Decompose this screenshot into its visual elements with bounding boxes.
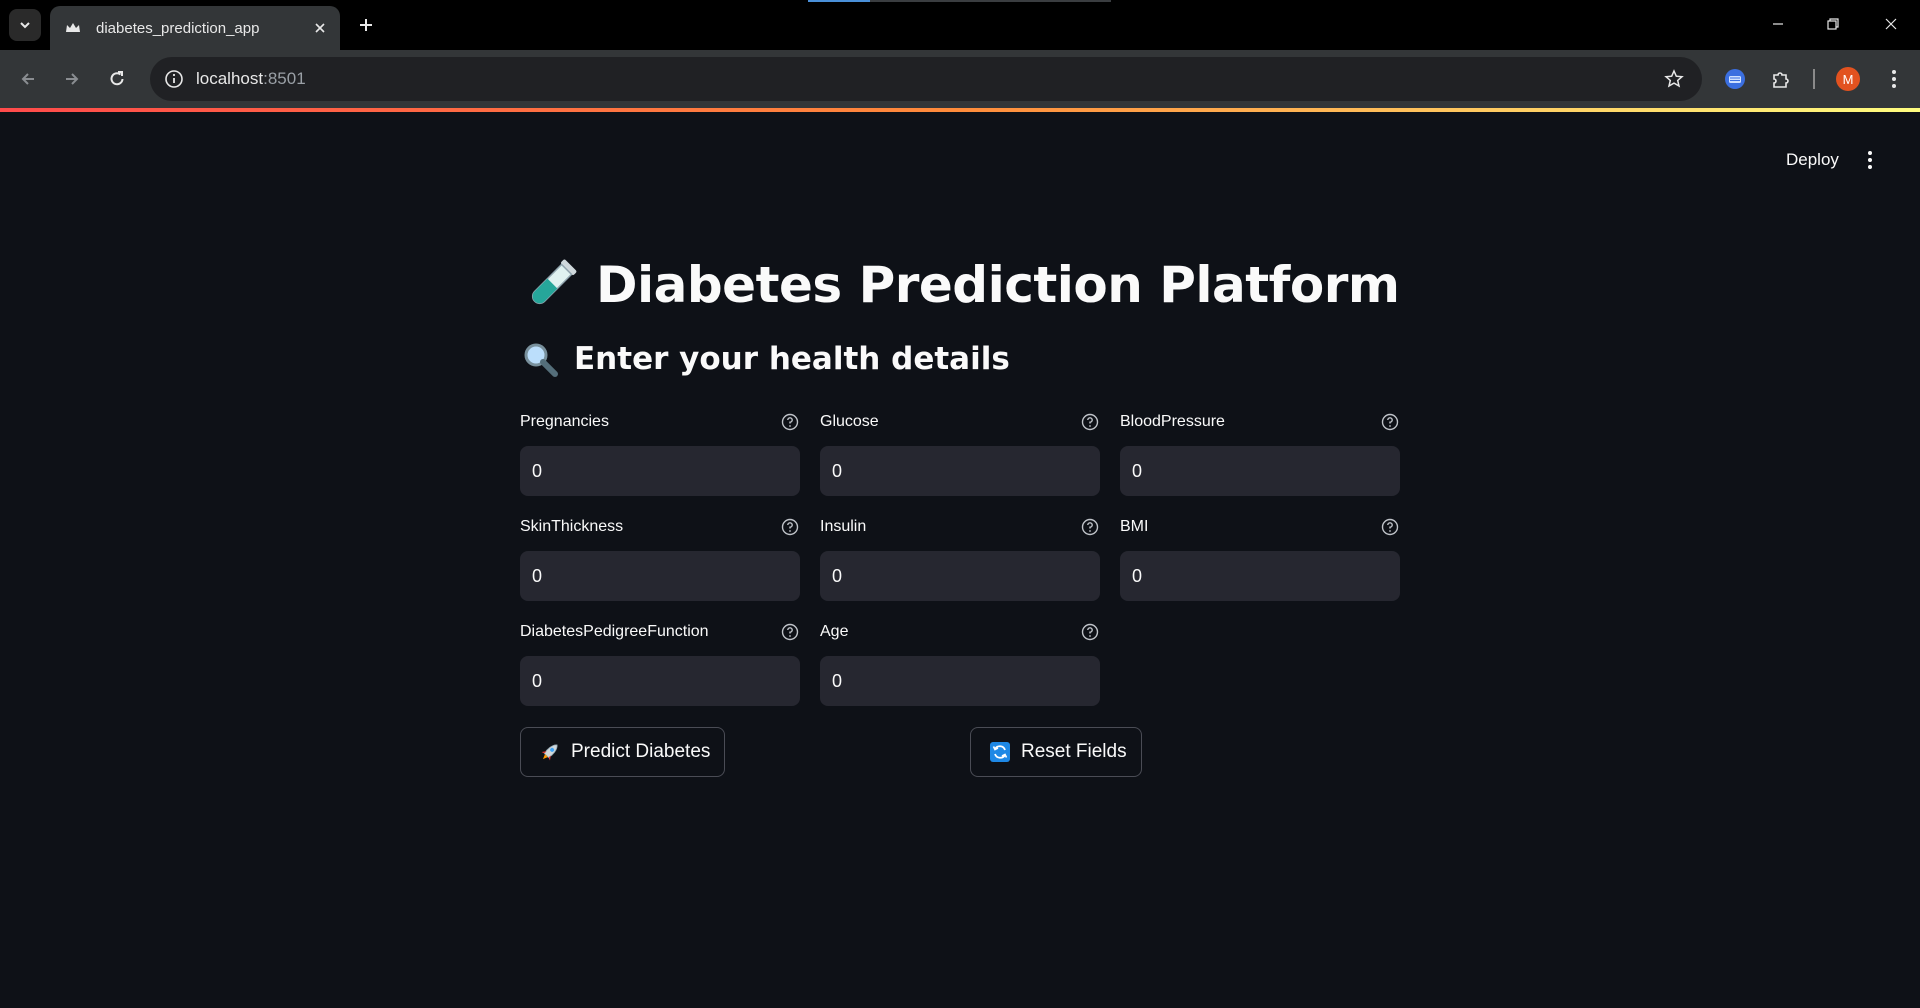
url-text: localhost:8501	[196, 69, 306, 88]
field-label: BloodPressure	[1120, 413, 1225, 430]
browser-menu-button[interactable]	[1878, 63, 1910, 95]
field-label: Age	[820, 623, 849, 640]
profile-avatar[interactable]: M	[1836, 67, 1860, 91]
chevron-down-icon	[20, 22, 30, 29]
bmi-input[interactable]: 0	[1120, 551, 1400, 601]
bookmark-star-icon[interactable]	[1662, 67, 1686, 91]
reset-button-label: Reset Fields	[1021, 741, 1127, 762]
deploy-button[interactable]: Deploy	[1772, 144, 1853, 176]
main-content: Diabetes Prediction Platform Enter your …	[520, 240, 1400, 777]
page-title: Diabetes Prediction Platform	[520, 240, 1400, 330]
field-label: DiabetesPedigreeFunction	[520, 623, 709, 640]
help-icon[interactable]	[780, 622, 800, 642]
plus-icon	[360, 19, 372, 31]
address-bar[interactable]: localhost:8501	[150, 57, 1702, 101]
glucose-input[interactable]: 0	[820, 446, 1100, 496]
extension-app-icon	[1725, 69, 1745, 89]
kebab-menu-icon	[1868, 151, 1872, 169]
section-subtitle-text: Enter your health details	[574, 341, 1010, 377]
field-label: SkinThickness	[520, 518, 624, 535]
help-icon[interactable]	[1380, 412, 1400, 432]
restore-icon	[1827, 18, 1839, 30]
browser-tabstrip: diabetes_prediction_app	[0, 0, 1920, 50]
minimize-button[interactable]	[1758, 8, 1798, 40]
field-label: Glucose	[820, 413, 879, 430]
field-skinthickness: SkinThickness 0	[520, 515, 800, 601]
field-insulin: Insulin 0	[820, 515, 1100, 601]
new-tab-button[interactable]	[352, 11, 380, 39]
predict-button[interactable]: Predict Diabetes	[520, 727, 726, 777]
reload-button[interactable]	[101, 63, 133, 95]
arrow-right-icon	[66, 73, 79, 85]
help-icon[interactable]	[1380, 517, 1400, 537]
extension-button[interactable]	[1719, 63, 1751, 95]
site-info-icon[interactable]	[162, 67, 186, 91]
section-subtitle: Enter your health details	[520, 334, 1400, 384]
arrow-left-icon	[21, 73, 34, 85]
diabetespedigreefunction-input[interactable]: 0	[520, 656, 800, 706]
field-label: Pregnancies	[520, 413, 609, 430]
magnifier-icon	[520, 339, 560, 379]
skinthickness-input[interactable]: 0	[520, 551, 800, 601]
puzzle-icon	[1773, 72, 1789, 88]
tab-title: diabetes_prediction_app	[96, 19, 260, 37]
insulin-input[interactable]: 0	[820, 551, 1100, 601]
close-icon[interactable]	[310, 18, 330, 38]
toolbar-divider	[1813, 69, 1815, 89]
help-icon[interactable]	[780, 412, 800, 432]
test-tube-icon	[520, 254, 582, 316]
minimize-icon	[1773, 23, 1783, 25]
pregnancies-input[interactable]: 0	[520, 446, 800, 496]
rocket-icon	[539, 741, 561, 763]
close-icon	[1885, 18, 1897, 30]
app-header: Deploy	[0, 112, 1920, 202]
help-icon[interactable]	[1080, 517, 1100, 537]
field-age: Age 0	[820, 620, 1100, 706]
predict-button-label: Predict Diabetes	[571, 741, 711, 762]
field-bloodpressure: BloodPressure 0	[1120, 410, 1400, 496]
bloodpressure-input[interactable]: 0	[1120, 446, 1400, 496]
reload-icon	[110, 71, 124, 86]
browser-toolbar: localhost:8501 M	[0, 50, 1920, 108]
age-input[interactable]: 0	[820, 656, 1100, 706]
field-pregnancies: Pregnancies 0	[520, 410, 800, 496]
help-icon[interactable]	[1080, 622, 1100, 642]
back-button[interactable]	[12, 63, 44, 95]
help-icon[interactable]	[1080, 412, 1100, 432]
extensions-menu-button[interactable]	[1765, 63, 1797, 95]
field-label: BMI	[1120, 518, 1149, 535]
tabstrip-indicator	[808, 0, 1111, 2]
app-menu-button[interactable]	[1858, 146, 1882, 174]
help-icon[interactable]	[780, 517, 800, 537]
streamlit-crown-icon	[64, 19, 82, 37]
field-glucose: Glucose 0	[820, 410, 1100, 496]
window-close-button[interactable]	[1871, 8, 1911, 40]
kebab-menu-icon	[1892, 70, 1896, 88]
browser-tab[interactable]: diabetes_prediction_app	[50, 6, 340, 50]
field-label: Insulin	[820, 518, 867, 535]
restore-button[interactable]	[1813, 8, 1853, 40]
reset-button[interactable]: Reset Fields	[970, 727, 1142, 777]
forward-button[interactable]	[56, 63, 88, 95]
field-diabetespedigreefunction: DiabetesPedigreeFunction 0	[520, 620, 800, 706]
field-bmi: BMI 0	[1120, 515, 1400, 601]
tab-search-button[interactable]	[9, 9, 41, 41]
page-title-text: Diabetes Prediction Platform	[596, 256, 1400, 314]
refresh-icon	[989, 741, 1011, 763]
